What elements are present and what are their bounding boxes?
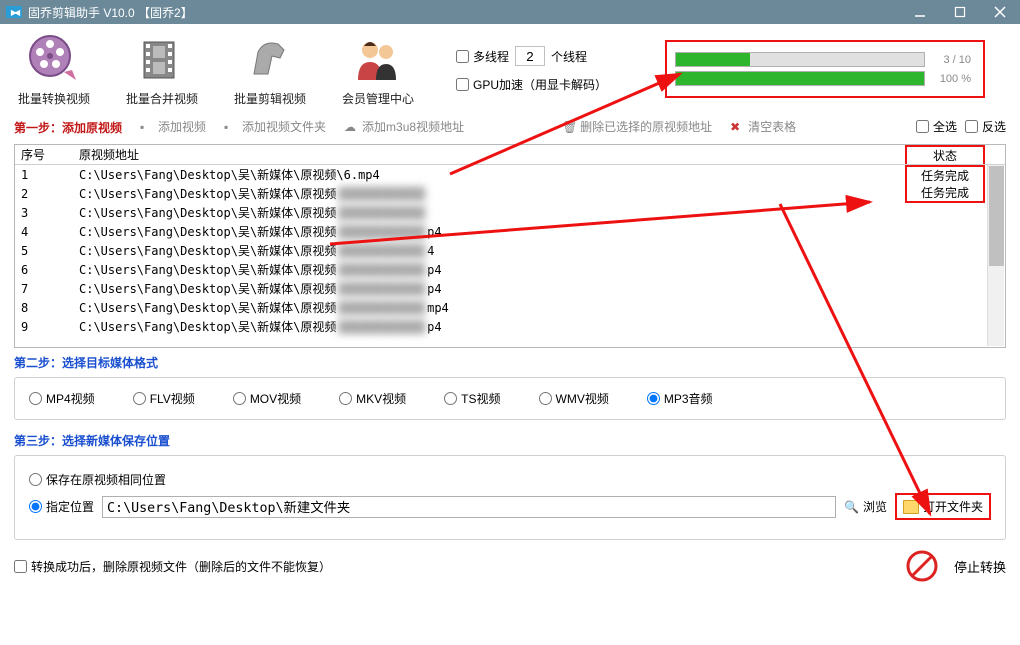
app-icon — [6, 6, 22, 18]
film-strip-icon — [134, 30, 190, 86]
tool-label: 会员管理中心 — [342, 90, 414, 107]
table-row[interactable]: 2C:\Users\Fang\Desktop\吴\新媒体\原视频████████… — [15, 184, 1005, 203]
table-row[interactable]: 3C:\Users\Fang\Desktop\吴\新媒体\原视频████████… — [15, 203, 1005, 222]
col-path: 原视频地址 — [75, 146, 905, 163]
scrollbar[interactable] — [987, 165, 1004, 346]
add-video-button[interactable]: ▪添加视频 — [140, 118, 206, 135]
horse-icon — [242, 30, 298, 86]
table-row[interactable]: 5C:\Users\Fang\Desktop\吴\新媒体\原视频████████… — [15, 241, 1005, 260]
table-row[interactable]: 1C:\Users\Fang\Desktop\吴\新媒体\原视频\6.mp4任务… — [15, 165, 1005, 184]
delete-selected-button[interactable]: 🗑删除已选择的原视频地址 — [562, 118, 712, 135]
col-number: 序号 — [15, 146, 75, 163]
batch-merge-button[interactable]: 批量合并视频 — [122, 30, 202, 107]
radio-specify-location[interactable]: 指定位置 — [29, 498, 94, 515]
radio-mkv[interactable]: MKV视频 — [339, 390, 406, 407]
title-bar: 固乔剪辑助手 V10.0 【固乔2】 — [0, 0, 1020, 24]
open-folder-button[interactable]: 打开文件夹 — [895, 493, 991, 520]
radio-same-location[interactable]: 保存在原视频相同位置 — [29, 471, 166, 488]
progress-text-2: 100 % — [925, 73, 975, 85]
stop-button[interactable]: 停止转换 — [954, 557, 1006, 576]
format-group: MP4视频 FLV视频 MOV视频 MKV视频 TS视频 WMV视频 MP3音频 — [14, 377, 1006, 420]
folder-icon: ▪ — [224, 120, 238, 134]
col-status: 状态 — [905, 145, 985, 164]
batch-clip-button[interactable]: 批量剪辑视频 — [230, 30, 310, 107]
tool-label: 批量合并视频 — [126, 90, 198, 107]
invert-select-checkbox[interactable]: 反选 — [965, 118, 1006, 135]
close-button[interactable] — [980, 0, 1020, 24]
gpu-checkbox[interactable]: GPU加速（用显卡解码） — [456, 76, 607, 93]
progress-panel: 3 / 10 100 % — [665, 40, 985, 98]
x-icon: ✖ — [730, 120, 744, 134]
step3-label: 第三步：选择新媒体保存位置 — [14, 432, 1006, 449]
table-row[interactable]: 6C:\Users\Fang\Desktop\吴\新媒体\原视频████████… — [15, 260, 1005, 279]
table-row[interactable]: 4C:\Users\Fang\Desktop\吴\新媒体\原视频████████… — [15, 222, 1005, 241]
member-center-button[interactable]: 会员管理中心 — [338, 30, 418, 107]
radio-mp4[interactable]: MP4视频 — [29, 390, 95, 407]
film-reel-icon — [26, 30, 82, 86]
step2-label: 第二步：选择目标媒体格式 — [14, 354, 1006, 371]
people-icon — [350, 30, 406, 86]
stop-icon — [906, 550, 938, 582]
radio-mp3[interactable]: MP3音频 — [647, 390, 713, 407]
clear-table-button[interactable]: ✖清空表格 — [730, 118, 796, 135]
film-icon: ▪ — [140, 120, 154, 134]
delete-after-checkbox[interactable]: 转换成功后，删除原视频文件（删除后的文件不能恢复） — [14, 558, 331, 575]
browse-button[interactable]: 🔍浏览 — [844, 498, 887, 515]
search-icon: 🔍 — [844, 500, 859, 514]
radio-mov[interactable]: MOV视频 — [233, 390, 301, 407]
trash-icon: 🗑 — [562, 120, 576, 134]
radio-wmv[interactable]: WMV视频 — [539, 390, 609, 407]
multithread-checkbox[interactable]: 多线程 — [456, 48, 509, 65]
step1-label: 第一步：添加原视频 — [14, 119, 122, 136]
progress-bar-1 — [675, 52, 925, 67]
progress-bar-2 — [675, 71, 925, 86]
add-folder-button[interactable]: ▪添加视频文件夹 — [224, 118, 326, 135]
table-row[interactable]: 7C:\Users\Fang\Desktop\吴\新媒体\原视频████████… — [15, 279, 1005, 298]
table-row[interactable]: 8C:\Users\Fang\Desktop\吴\新媒体\原视频████████… — [15, 298, 1005, 317]
tool-label: 批量剪辑视频 — [234, 90, 306, 107]
radio-flv[interactable]: FLV视频 — [133, 390, 195, 407]
thread-suffix: 个线程 — [551, 48, 587, 65]
folder-icon — [903, 500, 919, 514]
cloud-icon: ☁ — [344, 120, 358, 134]
radio-ts[interactable]: TS视频 — [444, 390, 500, 407]
video-table[interactable]: 序号 原视频地址 状态 1C:\Users\Fang\Desktop\吴\新媒体… — [14, 144, 1006, 348]
window-title: 固乔剪辑助手 V10.0 【固乔2】 — [28, 4, 900, 21]
progress-text-1: 3 / 10 — [925, 54, 975, 66]
select-all-checkbox[interactable]: 全选 — [916, 118, 957, 135]
save-path-input[interactable] — [102, 496, 836, 518]
batch-convert-button[interactable]: 批量转换视频 — [14, 30, 94, 107]
add-m3u8-button[interactable]: ☁添加m3u8视频地址 — [344, 118, 464, 135]
table-row[interactable]: 9C:\Users\Fang\Desktop\吴\新媒体\原视频████████… — [15, 317, 1005, 336]
thread-count-input[interactable] — [515, 46, 545, 66]
tool-label: 批量转换视频 — [18, 90, 90, 107]
save-group: 保存在原视频相同位置 指定位置 🔍浏览 打开文件夹 — [14, 455, 1006, 540]
maximize-button[interactable] — [940, 0, 980, 24]
minimize-button[interactable] — [900, 0, 940, 24]
